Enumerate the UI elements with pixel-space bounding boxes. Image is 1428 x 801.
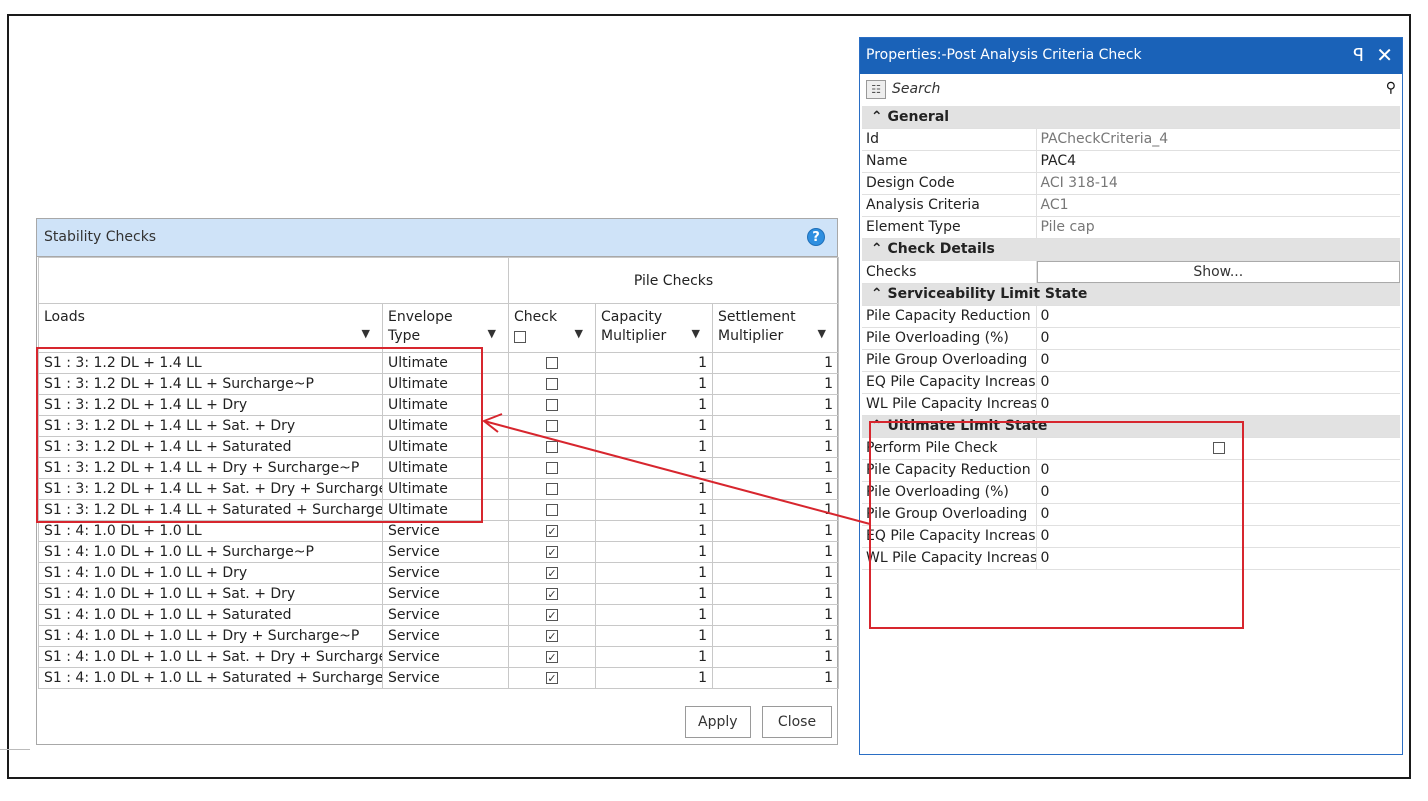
annotation-arrow bbox=[482, 413, 871, 525]
